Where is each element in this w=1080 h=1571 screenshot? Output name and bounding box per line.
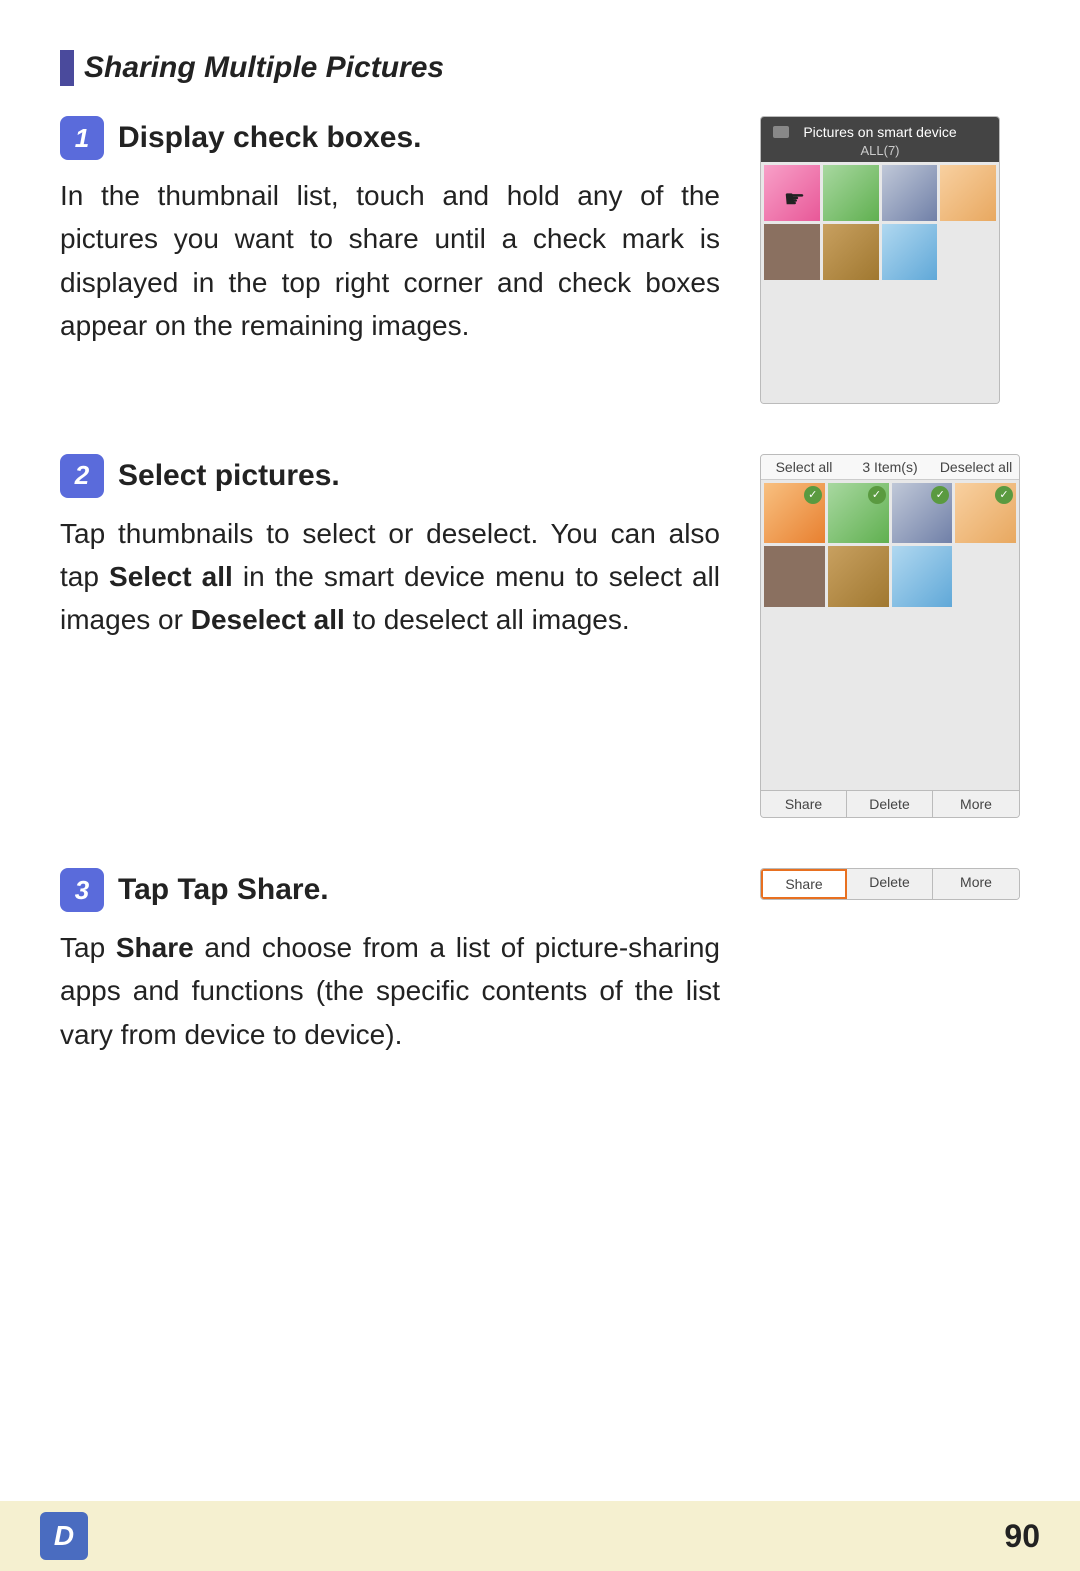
- delete-btn-3[interactable]: Delete: [847, 869, 933, 899]
- device-3-toolbar: Share Delete More: [761, 869, 1019, 899]
- device-2-select-bar: Select all 3 Item(s) Deselect all: [761, 455, 1019, 480]
- step-3-device: Share Delete More: [760, 868, 1020, 900]
- check-1: ✓: [804, 486, 822, 504]
- thumb-2-4: ✓: [955, 483, 1016, 544]
- step-3-badge: 3: [60, 868, 104, 912]
- step-3-heading: 3 Tap Tap Share.: [60, 868, 720, 912]
- thumb-2-8: [955, 546, 1016, 607]
- thumb-2-3: ✓: [892, 483, 953, 544]
- step-1-badge: 1: [60, 116, 104, 160]
- step-1-body: In the thumbnail list, touch and hold an…: [60, 174, 720, 348]
- section-header-bar: [60, 50, 74, 86]
- thumb-7: [882, 224, 938, 280]
- thumb-4: [940, 165, 996, 221]
- cursor-icon: ☛: [784, 185, 812, 213]
- device-2-empty: [761, 610, 1019, 790]
- delete-btn-2[interactable]: Delete: [847, 791, 933, 817]
- step-2-badge: 2: [60, 454, 104, 498]
- step-1-left: 1 Display check boxes. In the thumbnail …: [60, 116, 720, 348]
- device-2-toolbar: Share Delete More: [761, 790, 1019, 817]
- thumb-1: ☛: [764, 165, 820, 221]
- step-3-device-container: Share Delete More: [760, 868, 1020, 900]
- device-2-thumb-grid: ✓ ✓ ✓ ✓: [761, 480, 1019, 611]
- step-3-body: Tap Share and choose from a list of pict…: [60, 926, 720, 1056]
- step-1-block: 1 Display check boxes. In the thumbnail …: [60, 116, 1020, 404]
- thumb-2: [823, 165, 879, 221]
- step-1-device: Pictures on smart device ALL(7) ☛: [760, 116, 1000, 404]
- share-btn-2[interactable]: Share: [761, 791, 847, 817]
- step-3-block: 3 Tap Tap Share. Tap Share and choose fr…: [60, 868, 1020, 1056]
- page-footer: D 90: [0, 1501, 1080, 1571]
- step-2-left: 2 Select pictures. Tap thumbnails to sel…: [60, 454, 720, 642]
- device-1-thumb-grid: ☛: [761, 162, 999, 283]
- step-2-title: Select pictures.: [118, 459, 340, 493]
- thumb-2-5: [764, 546, 825, 607]
- page-number: 90: [1004, 1518, 1040, 1555]
- step-3-title: Tap Tap Share.: [118, 873, 329, 907]
- footer-logo: D: [40, 1512, 88, 1560]
- step-2-device: Select all 3 Item(s) Deselect all ✓ ✓ ✓: [760, 454, 1020, 819]
- step-2-block: 2 Select pictures. Tap thumbnails to sel…: [60, 454, 1020, 819]
- thumb-2-7: [892, 546, 953, 607]
- check-2: ✓: [868, 486, 886, 504]
- check-3: ✓: [931, 486, 949, 504]
- deselect-all-btn[interactable]: Deselect all: [933, 459, 1019, 475]
- thumb-8: [940, 224, 996, 280]
- check-4: ✓: [995, 486, 1013, 504]
- device-1-header-title: Pictures on smart device: [803, 123, 956, 141]
- select-all-btn[interactable]: Select all: [761, 459, 847, 475]
- items-count: 3 Item(s): [847, 459, 933, 475]
- device-1-header-sub: ALL(7): [767, 143, 993, 160]
- more-btn-2[interactable]: More: [933, 791, 1019, 817]
- device-1-empty: [761, 283, 999, 403]
- step-2-heading: 2 Select pictures.: [60, 454, 720, 498]
- step-1-device-container: Pictures on smart device ALL(7) ☛: [760, 116, 1020, 404]
- more-btn-3[interactable]: More: [933, 869, 1019, 899]
- thumb-2-2: ✓: [828, 483, 889, 544]
- section-title: Sharing Multiple Pictures: [84, 51, 444, 85]
- thumb-3: [882, 165, 938, 221]
- step-2-body: Tap thumbnails to select or deselect. Yo…: [60, 512, 720, 642]
- thumb-2-6: [828, 546, 889, 607]
- thumb-2-1: ✓: [764, 483, 825, 544]
- thumb-5: [764, 224, 820, 280]
- step-3-left: 3 Tap Tap Share. Tap Share and choose fr…: [60, 868, 720, 1056]
- section-header: Sharing Multiple Pictures: [60, 50, 1020, 86]
- thumb-6: [823, 224, 879, 280]
- step-1-heading: 1 Display check boxes.: [60, 116, 720, 160]
- share-btn-3[interactable]: Share: [761, 869, 847, 899]
- step-1-title: Display check boxes.: [118, 121, 422, 155]
- device-1-header: Pictures on smart device ALL(7): [761, 117, 999, 162]
- step-2-device-container: Select all 3 Item(s) Deselect all ✓ ✓ ✓: [760, 454, 1020, 819]
